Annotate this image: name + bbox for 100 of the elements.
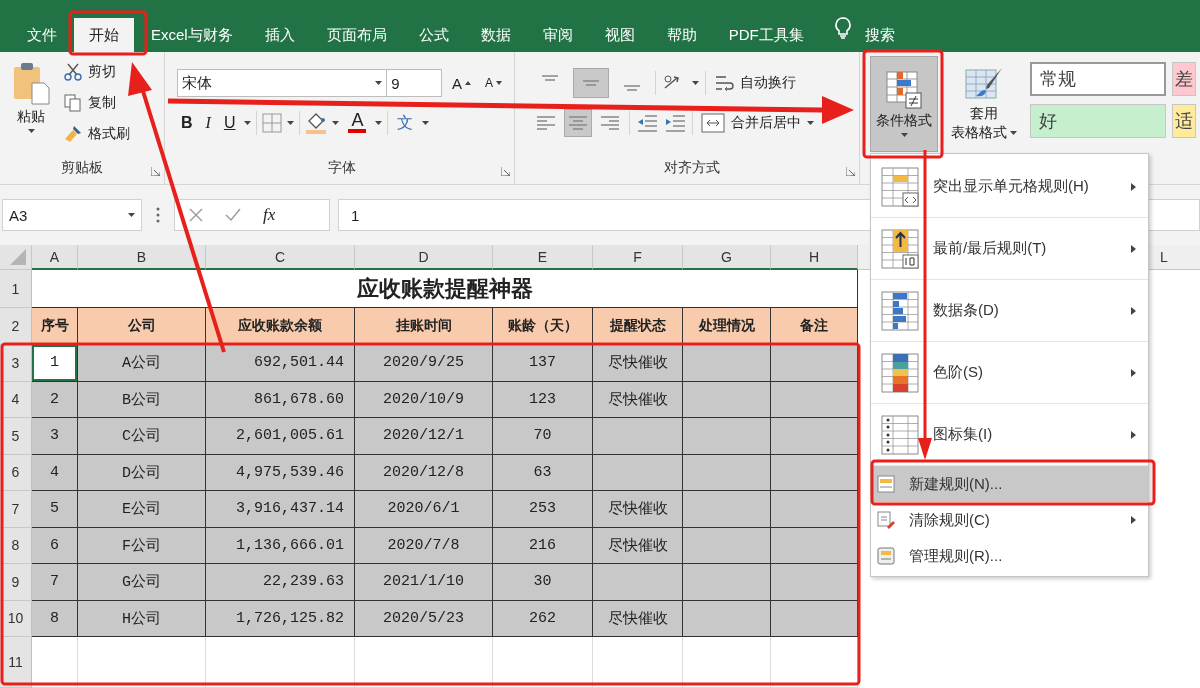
format-painter-button[interactable]: 格式刷 <box>62 120 132 148</box>
table-cell: 尽快催收 <box>593 600 683 637</box>
caret-icon[interactable] <box>375 121 383 125</box>
shrink-font-button[interactable]: A <box>481 69 506 97</box>
scissors-icon <box>64 63 82 81</box>
table-cell: 123 <box>493 381 593 418</box>
row-header[interactable]: 7 <box>0 491 32 528</box>
header-cell: 应收账款余额 <box>206 308 355 345</box>
dialog-launcher-icon[interactable] <box>501 167 510 176</box>
ribbon-tab[interactable]: 页面布局 <box>311 18 402 52</box>
caret-icon[interactable] <box>422 121 430 125</box>
ribbon-tab[interactable]: 开始 <box>74 18 134 52</box>
caret-icon[interactable] <box>900 133 908 137</box>
table-format-button[interactable]: 套用 表格格式 <box>944 56 1024 152</box>
fill-bucket-icon[interactable] <box>305 112 328 134</box>
insert-function-button[interactable]: fx <box>263 205 276 225</box>
underline-button[interactable]: U <box>219 109 240 137</box>
table-cell: 6 <box>32 527 78 564</box>
check-icon[interactable] <box>225 208 241 222</box>
table-cell: 尽快催收 <box>593 345 683 382</box>
row-header[interactable]: 5 <box>0 418 32 455</box>
ribbon-tab[interactable]: 插入 <box>249 18 310 52</box>
italic-button[interactable]: I <box>201 109 215 137</box>
column-header[interactable]: A <box>32 245 78 270</box>
decrease-indent-icon[interactable] <box>636 113 658 133</box>
menu-item[interactable]: 色阶(S) <box>871 342 1148 404</box>
cell-style-swatch[interactable]: 常规 <box>1030 62 1166 96</box>
table-cell: 5 <box>32 491 78 528</box>
table-cell: 3 <box>32 418 78 455</box>
menu-item[interactable]: 新建规则(N)... <box>871 466 1148 502</box>
name-box[interactable]: A3 <box>2 199 142 231</box>
conditional-format-button[interactable]: 条件格式 <box>870 56 938 152</box>
table-cell: 30 <box>493 564 593 601</box>
submenu-arrow-icon <box>1131 182 1136 191</box>
caret-icon[interactable] <box>287 121 295 125</box>
bold-button[interactable]: B <box>177 109 197 137</box>
table-cell: H公司 <box>78 600 206 637</box>
caret-icon[interactable] <box>375 81 383 85</box>
dialog-launcher-icon[interactable] <box>151 167 160 176</box>
ribbon-tab[interactable]: PDF工具集 <box>713 18 819 52</box>
menu-item[interactable]: 管理规则(R)... <box>871 538 1148 574</box>
column-header[interactable]: D <box>355 245 493 270</box>
column-header[interactable]: G <box>683 245 771 270</box>
caret-icon[interactable] <box>332 121 340 125</box>
header-cell: 账龄（天） <box>493 308 593 345</box>
increase-indent-icon[interactable] <box>664 113 686 133</box>
highlighted-grid-icon <box>881 166 919 207</box>
caret-icon[interactable] <box>1010 131 1017 135</box>
cell-style-swatch[interactable]: 好 <box>1030 104 1166 138</box>
ribbon-tab[interactable]: 审阅 <box>527 18 588 52</box>
caret-icon[interactable] <box>807 121 814 125</box>
ribbon-tab[interactable]: 帮助 <box>651 18 712 52</box>
table-cell: 尽快催收 <box>593 381 683 418</box>
paste-button[interactable]: 粘贴 <box>8 58 54 154</box>
table-cell: 7 <box>32 564 78 601</box>
column-header[interactable]: E <box>493 245 593 270</box>
ribbon-tab[interactable]: 视图 <box>589 18 650 52</box>
lightbulb-icon[interactable] <box>834 17 851 39</box>
copy-button[interactable]: 复制 <box>62 89 132 117</box>
column-header[interactable]: H <box>771 245 858 270</box>
menu-item[interactable]: 清除规则(C) <box>871 502 1148 538</box>
menu-item[interactable]: 最前/最后规则(T) <box>871 218 1148 280</box>
search-label[interactable]: 搜索 <box>864 18 895 52</box>
table-cell: 216 <box>493 527 593 564</box>
cut-button[interactable]: 剪切 <box>62 58 132 86</box>
cell-style-swatch[interactable]: 适 <box>1172 104 1196 138</box>
more-dots-icon[interactable] <box>156 207 160 223</box>
ribbon-tab[interactable]: 文件 <box>12 18 72 52</box>
header-cell: 处理情况 <box>683 308 771 345</box>
phonetic-button[interactable]: 文 <box>393 109 418 137</box>
wrap-text-button[interactable]: 自动换行 <box>712 69 798 97</box>
table-cell: 22,239.63 <box>206 564 355 601</box>
row-header[interactable]: 9 <box>0 564 32 601</box>
table-cell: 63 <box>493 454 593 491</box>
font-name-field[interactable]: 宋体 <box>177 69 388 97</box>
ribbon-tab[interactable]: Excel与财务 <box>136 18 248 52</box>
caret-icon[interactable] <box>692 81 699 85</box>
caret-icon[interactable] <box>27 129 35 133</box>
merge-center-button[interactable]: 合并后居中 <box>699 109 816 137</box>
grow-font-button[interactable]: A <box>447 69 475 97</box>
column-header[interactable]: F <box>593 245 683 270</box>
menu-item[interactable]: 数据条(D) <box>871 280 1148 342</box>
font-size-field[interactable]: 9 <box>386 69 442 97</box>
menu-item[interactable]: 突出显示单元格规则(H) <box>871 156 1148 218</box>
caret-up-icon <box>465 81 471 85</box>
caret-icon[interactable] <box>244 121 252 125</box>
row-header[interactable]: 1 <box>0 270 32 308</box>
cell-style-swatch[interactable]: 差 <box>1172 62 1196 96</box>
close-icon[interactable] <box>189 208 203 222</box>
row-header[interactable]: 2 <box>0 308 32 345</box>
ribbon-tab[interactable]: 公式 <box>403 18 464 52</box>
caret-icon[interactable] <box>128 213 135 217</box>
column-header[interactable]: B <box>78 245 206 270</box>
column-header[interactable]: C <box>206 245 355 270</box>
table-cell: 2020/12/8 <box>355 454 493 491</box>
font-color-button[interactable]: A <box>344 109 371 137</box>
table-cell: 2,601,005.61 <box>206 418 355 455</box>
dialog-launcher-icon[interactable] <box>846 167 855 176</box>
table-cell: 70 <box>493 418 593 455</box>
ribbon-tab[interactable]: 数据 <box>465 18 526 52</box>
